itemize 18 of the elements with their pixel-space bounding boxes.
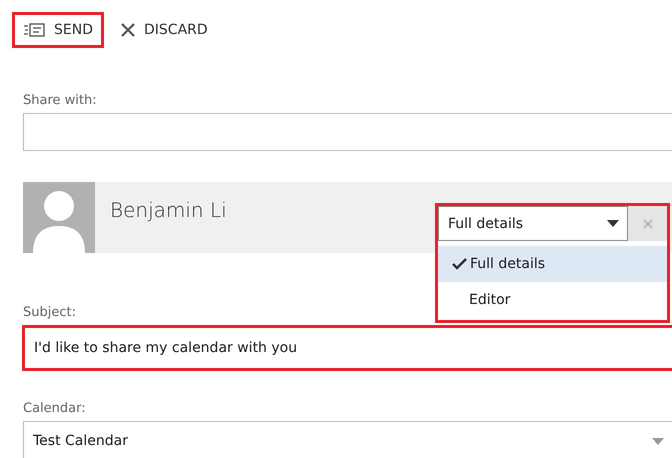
permission-option[interactable]: Full details (438, 246, 667, 282)
close-icon (642, 218, 652, 228)
caret-icon (652, 438, 664, 444)
caret-icon (607, 220, 619, 227)
remove-button[interactable] (628, 206, 667, 241)
field-label: Share with: (23, 93, 98, 108)
subject-field[interactable]: I'd like to share my calendar with you (22, 325, 672, 371)
avatar-icon (23, 182, 95, 253)
close-icon (121, 23, 135, 37)
checkmark-icon (452, 258, 467, 270)
field-label: Subject: (23, 305, 77, 320)
calendar-select[interactable]: Test Calendar (23, 421, 672, 458)
field-label: Calendar: (23, 401, 87, 416)
permission-select[interactable]: Full details (438, 206, 628, 241)
send-icon (23, 23, 45, 37)
share-with-field[interactable] (23, 113, 672, 151)
recipient-name: Benjamin Li (110, 198, 227, 224)
send-button[interactable]: SEND (12, 12, 104, 48)
